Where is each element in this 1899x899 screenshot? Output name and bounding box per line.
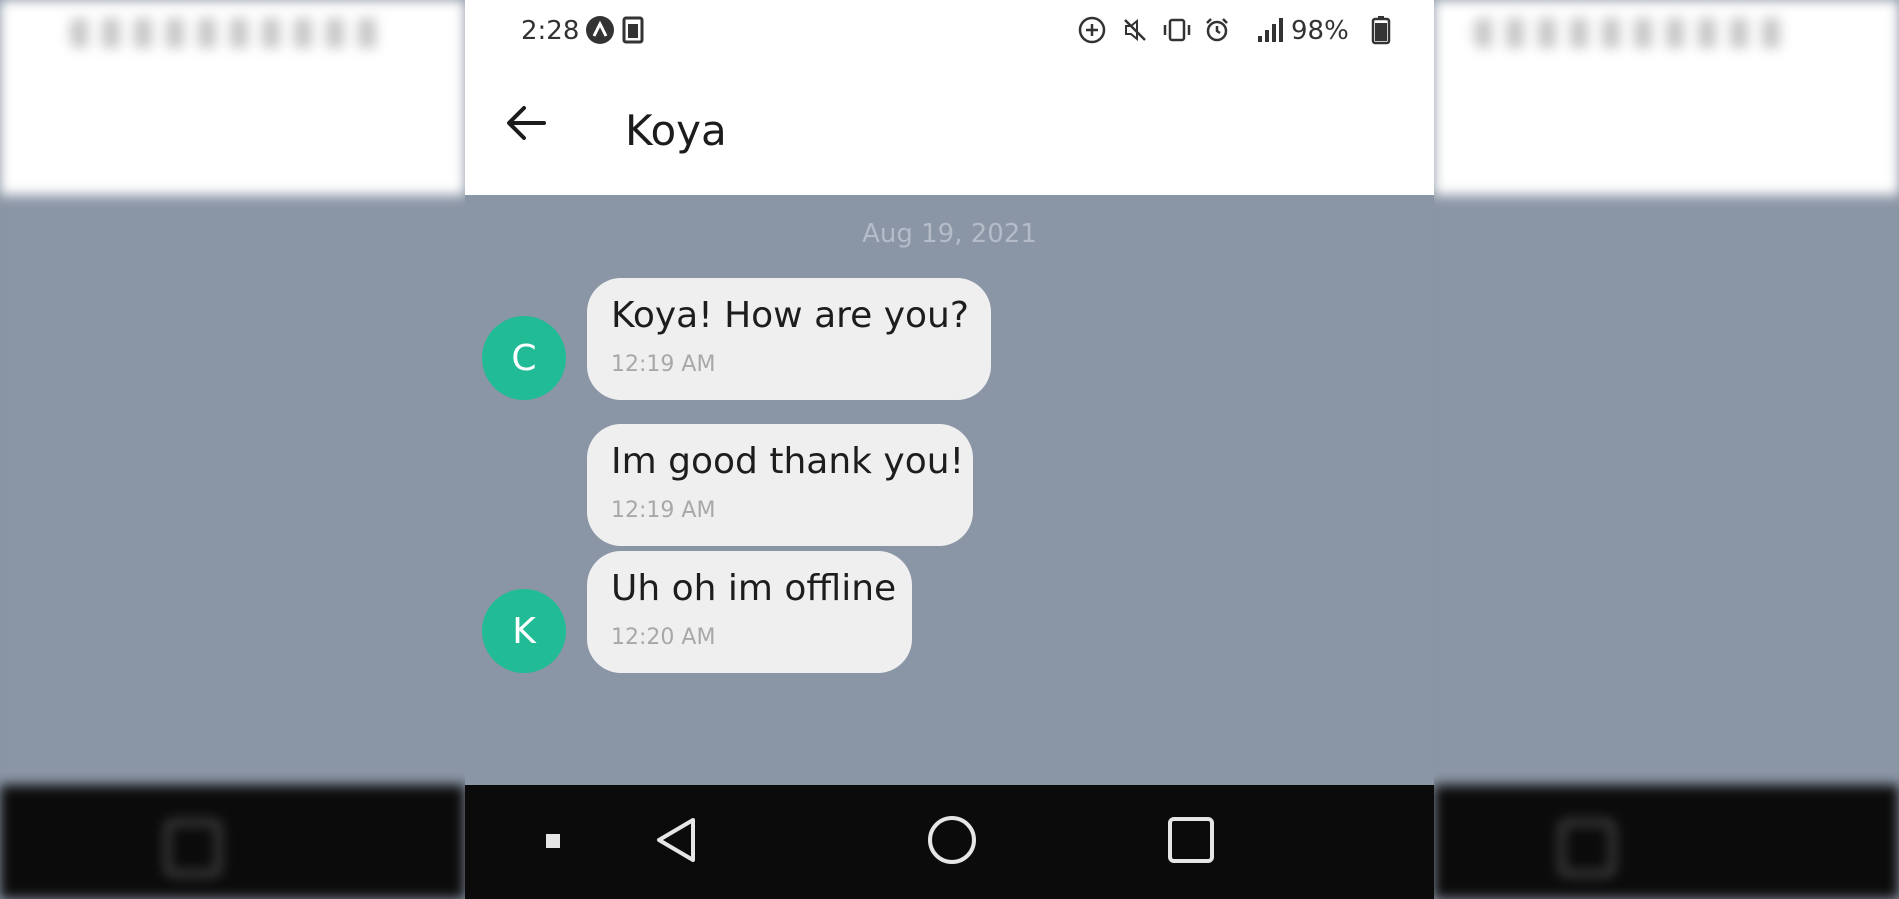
alarm-icon (1201, 14, 1233, 46)
mute-icon (1119, 14, 1151, 46)
avatar[interactable]: K (482, 589, 566, 673)
phone-screen: 2:28 98% Koya Aug 19, 2021 C Koya! How a… (465, 0, 1434, 899)
message-bubble[interactable]: Uh oh im offline 12:20 AM (587, 551, 912, 673)
back-button[interactable] (495, 94, 557, 156)
small-square-icon (546, 833, 560, 852)
battery-icon (1365, 14, 1397, 46)
blurred-background-right (1434, 0, 1899, 899)
status-time: 2:28 (521, 16, 580, 46)
add-circle-icon (1076, 14, 1108, 46)
battery-percentage: 98% (1291, 16, 1349, 46)
blurred-background-left (0, 0, 465, 899)
date-separator: Aug 19, 2021 (862, 219, 1037, 249)
nav-home-button[interactable] (917, 807, 987, 877)
home-circle-icon (927, 815, 977, 869)
arrow-back-icon (504, 101, 548, 149)
sim-card-icon (617, 14, 649, 46)
message-text: Koya! How are you? (611, 295, 969, 336)
chat-title: Koya (625, 106, 727, 155)
message-time: 12:20 AM (611, 625, 716, 650)
status-bar: 2:28 98% (465, 0, 1434, 62)
message-bubble[interactable]: Im good thank you! 12:19 AM (587, 424, 973, 546)
recents-square-icon (1166, 815, 1216, 869)
message-bubble[interactable]: Koya! How are you? 12:19 AM (587, 278, 991, 400)
avatar[interactable]: C (482, 316, 566, 400)
chat-area[interactable]: Aug 19, 2021 C Koya! How are you? 12:19 … (465, 195, 1434, 785)
signal-icon (1255, 14, 1287, 46)
message-time: 12:19 AM (611, 498, 716, 523)
back-triangle-icon (653, 816, 699, 868)
assistant-a-icon (584, 14, 616, 46)
small-square-button[interactable] (518, 807, 588, 877)
nav-back-button[interactable] (641, 807, 711, 877)
vibrate-icon (1161, 14, 1193, 46)
navigation-bar (465, 785, 1434, 899)
message-text: Im good thank you! (611, 441, 965, 482)
app-bar: Koya (465, 62, 1434, 195)
nav-recents-button[interactable] (1156, 807, 1226, 877)
message-text: Uh oh im offline (611, 568, 897, 609)
message-time: 12:19 AM (611, 352, 716, 377)
